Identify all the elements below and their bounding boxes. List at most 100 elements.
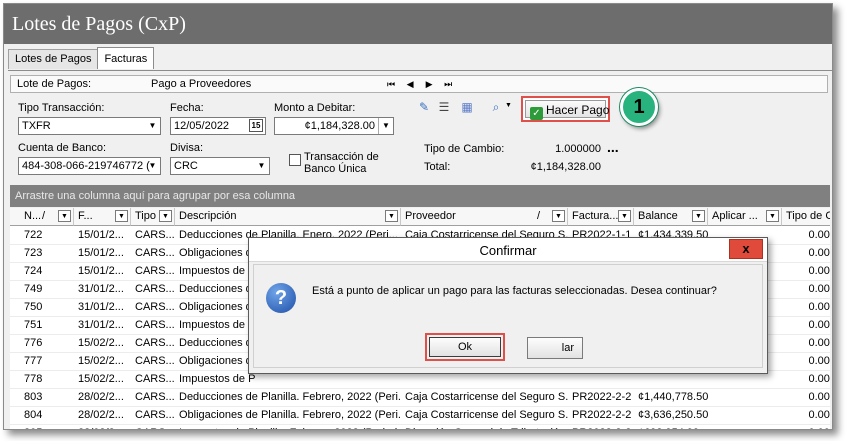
column-header-fecha[interactable]: F... ▼	[74, 208, 131, 226]
tipo-cambio-more-button[interactable]: ...	[607, 139, 619, 155]
calendar-icon[interactable]: 15	[249, 119, 263, 132]
grid-cell[interactable]: ¢698,954.99	[634, 425, 708, 429]
grid-cell[interactable]: 15/02/2...	[74, 353, 131, 371]
grid-cell[interactable]: ¢1,440,778.50	[634, 389, 708, 407]
grid-cell[interactable]: 0.000	[782, 353, 830, 371]
grid-cell[interactable]: 28/02/2...	[74, 389, 131, 407]
grid-cell[interactable]: CARS...	[131, 299, 175, 317]
preview-search-icon[interactable]: ⌕	[488, 99, 504, 115]
chevron-down-icon[interactable]: ▼	[145, 158, 160, 174]
grid-cell[interactable]: 0.000	[782, 389, 830, 407]
grid-cell[interactable]	[708, 389, 782, 407]
grid-cell[interactable]: 31/01/2...	[74, 317, 131, 335]
grid-cell[interactable]: Deducciones de Planilla. Febrero, 2022 (…	[175, 389, 401, 407]
cuenta-banco-select[interactable]: 484-308-066-219746772 ( ▼	[18, 157, 161, 175]
grid-cell[interactable]: 15/01/2...	[74, 227, 131, 245]
grid-cell[interactable]: 749	[10, 281, 74, 299]
filter-dropdown-icon[interactable]: ▼	[618, 210, 631, 222]
grid-cell[interactable]: 805	[10, 425, 74, 429]
last-record-icon[interactable]: ⏭	[440, 79, 456, 90]
next-record-icon[interactable]: ▶	[421, 79, 437, 90]
grid-cell[interactable]: 778	[10, 371, 74, 389]
grid-cell[interactable]: 0.000	[782, 245, 830, 263]
grid-cell[interactable]: 751	[10, 317, 74, 335]
tab-lotes-de-pagos[interactable]: Lotes de Pagos	[8, 49, 99, 69]
grid-cell[interactable]: 750	[10, 299, 74, 317]
edit-doc-icon[interactable]: ✎	[416, 99, 432, 115]
monto-select[interactable]: ¢1,184,328.00 ▼	[274, 117, 394, 135]
grid-cell[interactable]: Obligaciones de Planilla. Febrero, 2022 …	[175, 407, 401, 425]
grid-cell[interactable]: CARS...	[131, 353, 175, 371]
grid-cell[interactable]: Impuestos de Planilla. Febrero, 2022 (Pe…	[175, 425, 401, 429]
grid-cell[interactable]: CARS...	[131, 371, 175, 389]
grid-cell[interactable]: CARS...	[131, 263, 175, 281]
grid-cell[interactable]: 0.000	[782, 407, 830, 425]
transaccion-unica-checkbox[interactable]	[289, 154, 301, 166]
grid-cell[interactable]: 15/02/2...	[74, 335, 131, 353]
filter-dropdown-icon[interactable]: ▼	[692, 210, 705, 222]
grid-cell[interactable]: 15/01/2...	[74, 245, 131, 263]
grid-cell[interactable]: CARS...	[131, 335, 175, 353]
tab-facturas[interactable]: Facturas	[97, 47, 155, 69]
filter-dropdown-icon[interactable]: ▼	[385, 210, 398, 222]
grid-cell[interactable]: 0.000	[782, 299, 830, 317]
column-header-proveedor[interactable]: Proveedor / ▼	[401, 208, 568, 226]
grid-cell[interactable]: 31/01/2...	[74, 281, 131, 299]
grid-cell[interactable]: 15/01/2...	[74, 263, 131, 281]
chevron-down-icon[interactable]: ▼	[254, 158, 269, 174]
chevron-down-icon[interactable]: ▼	[378, 118, 393, 134]
column-header-aplicar[interactable]: Aplicar ... ▼	[708, 208, 782, 226]
group-by-bar[interactable]: Arrastre una columna aquí para agrupar p…	[10, 185, 830, 207]
grid-cell[interactable]: 28/02/2...	[74, 425, 131, 429]
filter-dropdown-icon[interactable]: ▼	[58, 210, 71, 222]
column-header-tipo-cambio[interactable]: Tipo de C...	[782, 208, 830, 226]
divisa-select[interactable]: CRC ▼	[170, 157, 270, 175]
grid-cell[interactable]: PR2022-2-2	[568, 407, 634, 425]
ok-button[interactable]: Ok	[429, 337, 501, 357]
grid-cell[interactable]: 0.000	[782, 335, 830, 353]
grid-cell[interactable]: CARS...	[131, 407, 175, 425]
grid-cell[interactable]: CARS...	[131, 281, 175, 299]
grid-cell[interactable]: PR2022-2-2	[568, 389, 634, 407]
grid-cell[interactable]: Caja Costarricense del Seguro S...	[401, 389, 568, 407]
grid-cell[interactable]: 31/01/2...	[74, 299, 131, 317]
column-header-descripcion[interactable]: Descripción ▼	[175, 208, 401, 226]
grid-cell[interactable]	[708, 407, 782, 425]
chevron-down-icon[interactable]: ▼	[505, 102, 512, 109]
grid-cell[interactable]: 0.000	[782, 317, 830, 335]
list-doc-icon[interactable]: ☰	[436, 99, 452, 115]
grid-cell[interactable]: PR2022-2-2	[568, 425, 634, 429]
grid-cell[interactable]: 0.000	[782, 281, 830, 299]
grid-cell[interactable]: 804	[10, 407, 74, 425]
tipo-transaccion-select[interactable]: TXFR ▼	[18, 117, 161, 135]
grid-cell[interactable]: 776	[10, 335, 74, 353]
grid-cell[interactable]: CARS...	[131, 245, 175, 263]
column-header-balance[interactable]: Balance ▼	[634, 208, 708, 226]
cancel-button[interactable]: lar	[527, 337, 583, 359]
grid-cell[interactable]: 0.000	[782, 371, 830, 389]
grid-cell[interactable]: 0.000	[782, 425, 830, 429]
grid-cell[interactable]	[708, 425, 782, 429]
grid-cell[interactable]: CARS...	[131, 227, 175, 245]
grid-cell[interactable]: CARS...	[131, 425, 175, 429]
hacer-pago-button[interactable]: ✓ Hacer Pago	[525, 100, 609, 120]
column-header-factura[interactable]: Factura... ▼	[568, 208, 634, 226]
close-button[interactable]: x	[729, 239, 763, 259]
grid-cell[interactable]: 723	[10, 245, 74, 263]
column-header-numero[interactable]: N... / ▼	[10, 208, 74, 226]
column-header-tipo[interactable]: Tipo ▼	[131, 208, 175, 226]
grid-cell[interactable]: 0.000	[782, 227, 830, 245]
grid-cell[interactable]: Caja Costarricense del Seguro S...	[401, 407, 568, 425]
filter-dropdown-icon[interactable]: ▼	[766, 210, 779, 222]
chevron-down-icon[interactable]: ▼	[145, 118, 160, 134]
grid-cell[interactable]: ¢3,636,250.50	[634, 407, 708, 425]
grid-cell[interactable]: 722	[10, 227, 74, 245]
filter-dropdown-icon[interactable]: ▼	[552, 210, 565, 222]
grid-cell[interactable]: 777	[10, 353, 74, 371]
grid-delete-icon[interactable]: ▦	[459, 99, 475, 115]
grid-cell[interactable]: Dirección General de Tributación...	[401, 425, 568, 429]
grid-cell[interactable]: 803	[10, 389, 74, 407]
first-record-icon[interactable]: ⏮	[383, 79, 399, 90]
grid-cell[interactable]: CARS...	[131, 317, 175, 335]
filter-dropdown-icon[interactable]: ▼	[159, 210, 172, 222]
